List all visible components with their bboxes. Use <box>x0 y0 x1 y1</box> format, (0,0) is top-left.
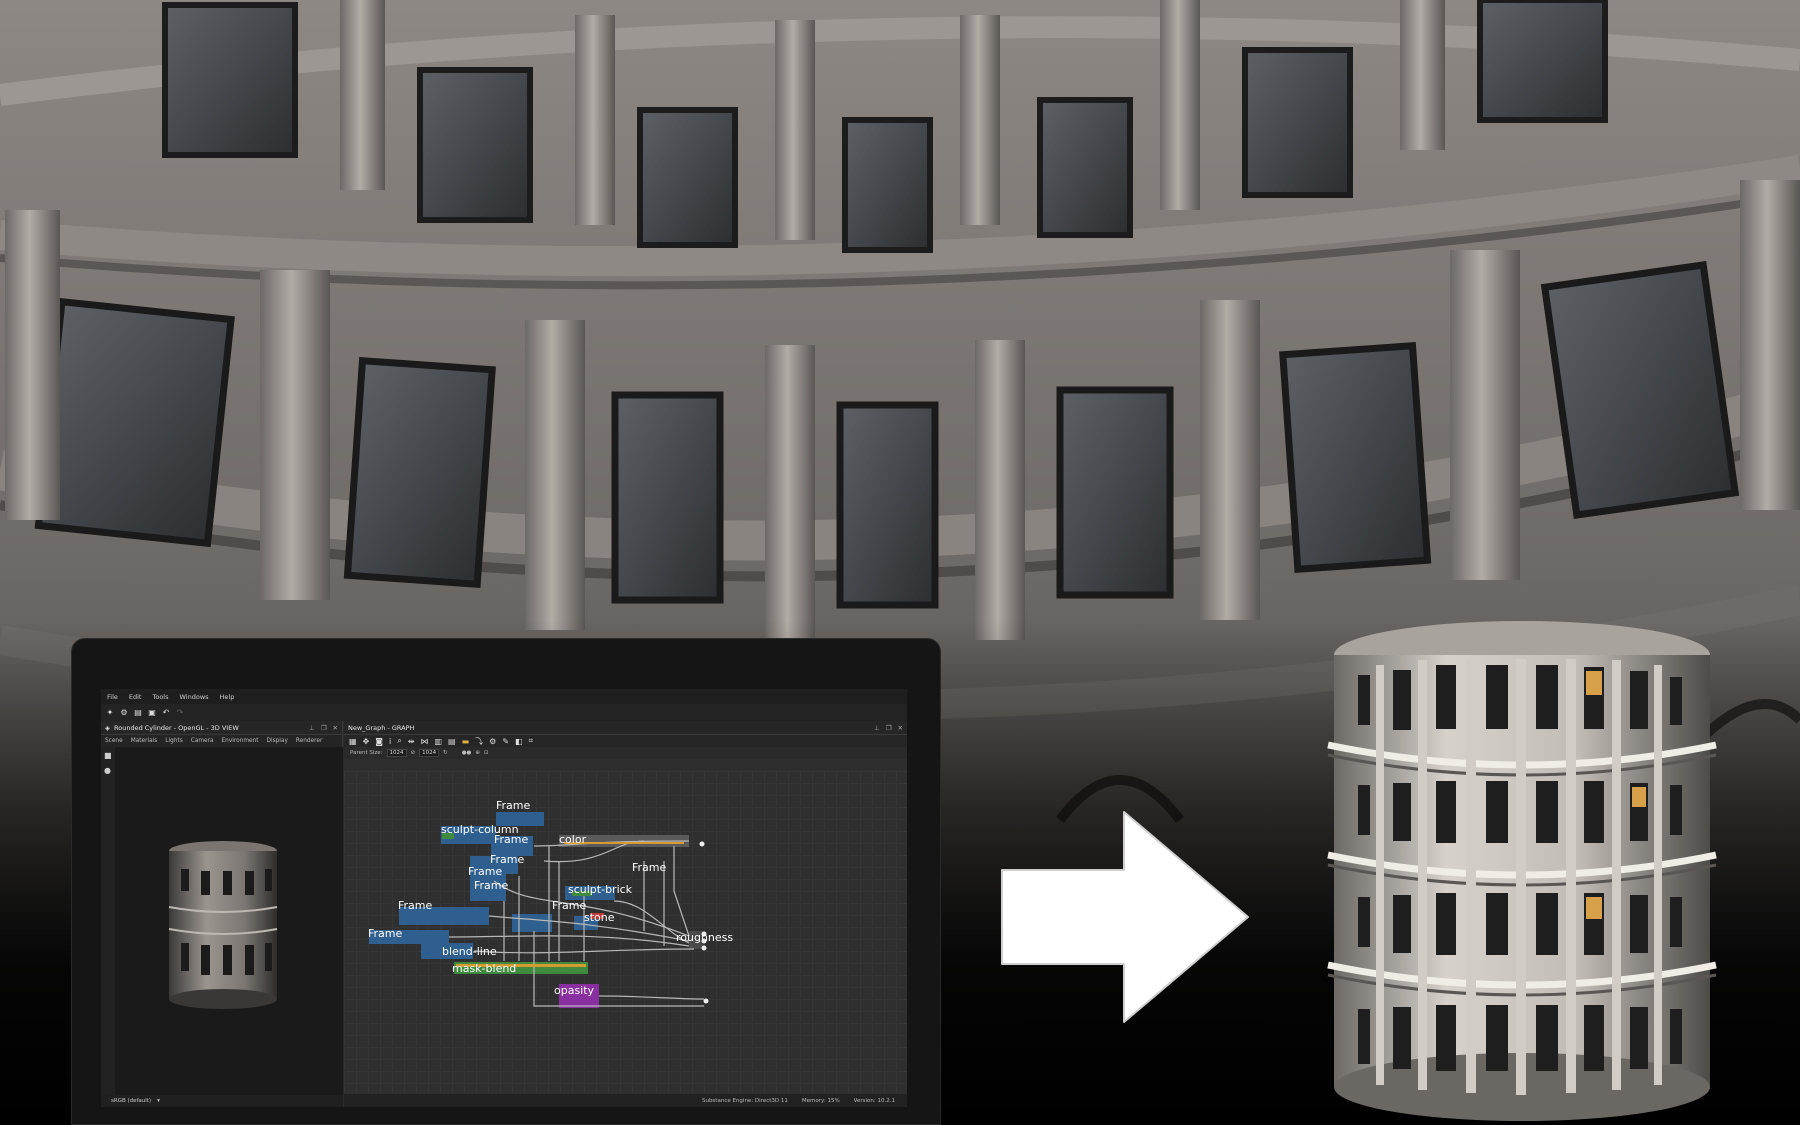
arrow-right-icon <box>1001 811 1249 1023</box>
fit-icon[interactable]: ⌗ <box>529 736 534 746</box>
align-icon[interactable]: ⇹ <box>408 737 415 746</box>
parent-size-label: Parent Size: <box>350 750 383 756</box>
frame-label: blend-line <box>442 945 497 958</box>
gear-icon[interactable]: ⚙ <box>119 708 129 718</box>
tab-lights[interactable]: Lights <box>165 738 183 744</box>
output-node[interactable] <box>703 998 709 1004</box>
settings-icon[interactable]: ⚙ <box>489 737 496 746</box>
frame-label: Frame <box>494 833 529 846</box>
colorspace-selector[interactable]: sRGB (default) ▾ <box>101 1095 343 1107</box>
float-icon[interactable]: ❐ <box>886 724 892 732</box>
tab-environment[interactable]: Environment <box>222 738 259 744</box>
visibility-icon[interactable]: ●● <box>462 750 472 756</box>
menu-help[interactable]: Help <box>220 693 235 701</box>
graph-panel: New_Graph - GRAPH ⊥ ❐ ✕ ▦ ✥ ◙ i ⌕ ⇹ ⋈ ▥ ▤ … <box>344 721 907 1107</box>
frame-label: roughness <box>676 931 733 944</box>
graph-title-bar: New_Graph - GRAPH ⊥ ❐ ✕ <box>344 721 907 735</box>
new-icon[interactable]: ✦ <box>105 708 115 718</box>
pin-icon[interactable]: ⊥ <box>874 724 880 732</box>
3d-view-sidebar: ■ ● <box>101 747 115 1095</box>
frame-box[interactable] <box>512 914 552 932</box>
memory-status: Memory: 15% <box>801 1097 840 1104</box>
frame-label: Frame <box>496 799 531 812</box>
menu-bar: File Edit Tools Windows Help <box>101 689 907 704</box>
refresh-icon[interactable]: ↻ <box>443 750 448 756</box>
layout-icon[interactable]: ⋈ <box>420 737 428 746</box>
3d-view-tabs: Scene Materials Lights Camera Environmen… <box>101 735 342 747</box>
chevron-down-icon: ▾ <box>157 1098 160 1104</box>
search-icon[interactable]: ⌕ <box>397 736 401 746</box>
output-node[interactable] <box>699 841 705 847</box>
graph-params-bar: Parent Size: 1024 ⊘ 1024 ↻ ●● ⊕ ⊡ <box>344 747 907 759</box>
frame-label: Frame <box>474 879 509 892</box>
info-icon[interactable]: i <box>389 737 391 746</box>
frame-label: Frame <box>398 899 433 912</box>
frame-label: opasity <box>554 984 595 997</box>
graph-toolbar: ▦ ✥ ◙ i ⌕ ⇹ ⋈ ▥ ▤ ▬ ⤵ ⚙ ✎ ◧ ⌗ <box>344 735 907 747</box>
final-tower-render <box>1327 621 1717 1121</box>
version-status: Version: 10.2.1 <box>853 1097 895 1104</box>
frame-label: Frame <box>368 927 403 940</box>
tool-icon[interactable]: ✎ <box>502 737 509 746</box>
pin-icon[interactable]: ⊥ <box>309 724 315 732</box>
snapshot-icon[interactable]: ◙ <box>375 737 383 746</box>
frame-label: Frame <box>468 865 503 878</box>
frame-label: stone <box>584 911 615 924</box>
export-icon[interactable]: ◧ <box>515 737 523 746</box>
close-icon[interactable]: ✕ <box>898 724 903 732</box>
output-nodes <box>699 841 709 1004</box>
frame-label: sculpt-brick <box>568 883 633 896</box>
comment-icon[interactable]: ▤ <box>448 737 456 746</box>
lock-icon[interactable]: ⊡ <box>484 750 489 756</box>
tab-scene[interactable]: Scene <box>105 738 123 744</box>
cylinder-preview <box>168 841 278 1009</box>
substance-designer-window: File Edit Tools Windows Help ✦ ⚙ ▤ ▣ ↶ ↷… <box>101 689 907 1107</box>
engine-status: Substance Engine: Direct3D 11 <box>701 1097 788 1104</box>
main-toolbar: ✦ ⚙ ▤ ▣ ↶ ↷ <box>101 704 907 721</box>
camera-icon[interactable]: ■ <box>101 747 115 764</box>
float-icon[interactable]: ❐ <box>321 724 327 732</box>
frame-label: color <box>559 833 587 846</box>
select-icon[interactable]: ▦ <box>349 737 357 746</box>
menu-file[interactable]: File <box>107 693 118 701</box>
size-width-select[interactable]: 1024 <box>386 749 407 757</box>
size-height-select[interactable]: 1024 <box>419 749 440 757</box>
frame-icon[interactable]: ▬ <box>462 737 470 746</box>
3d-view-title: Rounded Cylinder - OpenGL - 3D VIEW <box>114 723 239 732</box>
open-folder-icon[interactable]: ▤ <box>133 708 143 718</box>
tab-display[interactable]: Display <box>267 738 288 744</box>
menu-edit[interactable]: Edit <box>129 693 142 701</box>
light-bulb-icon[interactable]: ● <box>101 764 115 777</box>
node-graph: Frame sculpt-column Frame color Frame Fr… <box>368 799 733 1008</box>
redo-icon[interactable]: ↷ <box>175 708 185 718</box>
menu-windows[interactable]: Windows <box>180 693 209 701</box>
undo-icon[interactable]: ↶ <box>161 708 171 718</box>
frame-label: mask-blend <box>452 962 516 975</box>
marker-icon[interactable]: ⊕ <box>475 750 480 756</box>
graph-title: New_Graph - GRAPH <box>348 723 415 732</box>
display-icon[interactable]: ▥ <box>434 737 442 746</box>
colorspace-label: sRGB (default) <box>111 1098 152 1104</box>
3d-view-title-bar: ◈ Rounded Cylinder - OpenGL - 3D VIEW ⊥ ❐… <box>101 721 342 735</box>
close-icon[interactable]: ✕ <box>333 724 338 732</box>
link-icon[interactable]: ⤵ <box>475 736 483 747</box>
link-icon[interactable]: ⊘ <box>411 750 416 756</box>
tab-renderer[interactable]: Renderer <box>296 738 322 744</box>
graph-canvas[interactable]: Frame sculpt-column Frame color Frame Fr… <box>344 771 907 1094</box>
3d-view-panel: ◈ Rounded Cylinder - OpenGL - 3D VIEW ⊥ ❐… <box>101 721 343 1107</box>
3d-viewport[interactable] <box>115 747 343 1095</box>
cube-icon: ◈ <box>105 723 110 732</box>
tab-materials[interactable]: Materials <box>131 738 158 744</box>
tab-camera[interactable]: Camera <box>191 738 214 744</box>
move-icon[interactable]: ✥ <box>363 737 370 746</box>
menu-tools[interactable]: Tools <box>152 693 168 701</box>
frame-label: Frame <box>632 861 667 874</box>
frame-label: Frame <box>552 899 587 912</box>
output-node[interactable] <box>701 945 707 951</box>
status-bar: Substance Engine: Direct3D 11 Memory: 15… <box>344 1094 907 1107</box>
save-icon[interactable]: ▣ <box>147 708 157 718</box>
